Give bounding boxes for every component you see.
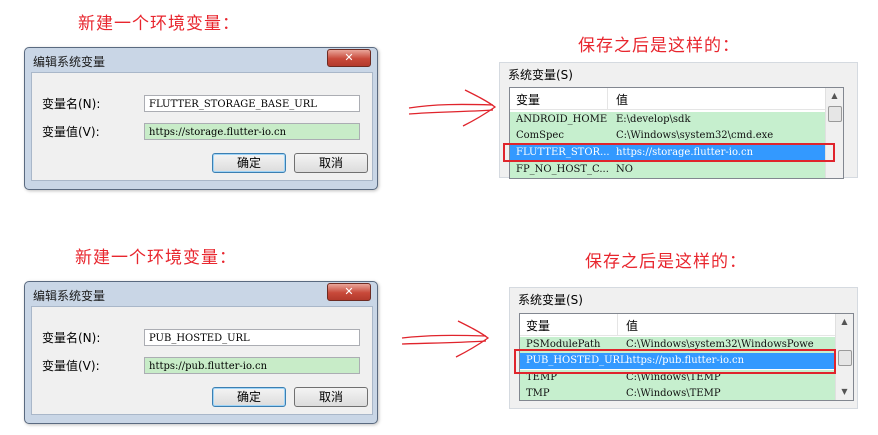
cancel-button[interactable]: 取消: [294, 153, 368, 173]
variable-name-label: 变量名(N):: [42, 97, 101, 111]
column-header-variable[interactable]: 变量: [516, 91, 540, 108]
variable-name-cell: TMP: [526, 388, 550, 399]
system-variables-list[interactable]: 变量 值 ANDROID_HOME E:\develop\sdk ComSpec…: [509, 87, 844, 179]
scroll-up-icon[interactable]: ▲: [826, 88, 843, 104]
variable-name-cell: FP_NO_HOST_C...: [516, 164, 609, 175]
scroll-up-icon[interactable]: ▲: [836, 314, 853, 330]
caption-after-save-2: 保存之后是这样的：: [585, 252, 747, 272]
vertical-scrollbar[interactable]: ▲: [825, 88, 843, 178]
edit-system-variable-dialog-1: 编辑系统变量 ✕ 变量名(N): FLUTTER_STORAGE_BASE_UR…: [24, 47, 378, 190]
ok-button[interactable]: 确定: [212, 153, 286, 173]
dialog-body: 变量名(N): FLUTTER_STORAGE_BASE_URL 变量值(V):…: [31, 72, 373, 181]
list-header: 变量 值: [510, 88, 825, 110]
dialog-body: 变量名(N): PUB_HOSTED_URL 变量值(V): https://p…: [31, 306, 373, 415]
variable-value-input[interactable]: https://pub.flutter-io.cn: [144, 357, 360, 374]
list-item[interactable]: ComSpec C:\Windows\system32\cmd.exe: [510, 128, 825, 144]
list-header: 变量 值: [520, 314, 835, 336]
variable-name-input[interactable]: PUB_HOSTED_URL: [144, 329, 360, 346]
variable-value-cell: C:\Windows\TEMP: [626, 388, 721, 399]
caption-after-save-1: 保存之后是这样的：: [578, 36, 740, 56]
arrow-icon: [408, 89, 497, 127]
variable-value-label: 变量值(V):: [42, 125, 100, 139]
arrow-icon: [401, 320, 490, 358]
scrollbar-thumb[interactable]: [828, 106, 842, 122]
cancel-button[interactable]: 取消: [294, 387, 368, 407]
scroll-down-icon[interactable]: ▼: [836, 384, 853, 400]
variable-name-input[interactable]: FLUTTER_STORAGE_BASE_URL: [144, 95, 360, 112]
list-item[interactable]: ANDROID_HOME E:\develop\sdk: [510, 112, 825, 128]
close-icon[interactable]: ✕: [327, 49, 371, 67]
vertical-scrollbar[interactable]: ▲ ▼: [835, 314, 853, 400]
system-variables-panel-2: 系统变量(S) 变量 值 PSModulePath C:\Windows\sys…: [509, 287, 858, 409]
list-item[interactable]: FP_NO_HOST_C... NO: [510, 162, 825, 178]
system-variables-label: 系统变量(S): [518, 293, 583, 307]
caption-new-variable-2: 新建一个环境变量：: [75, 248, 237, 268]
close-icon[interactable]: ✕: [327, 283, 371, 301]
dialog-title: 编辑系统变量: [33, 289, 106, 303]
dialog-title: 编辑系统变量: [33, 55, 106, 69]
column-header-variable[interactable]: 变量: [526, 317, 550, 334]
scrollbar-thumb[interactable]: [838, 350, 852, 366]
edit-system-variable-dialog-2: 编辑系统变量 ✕ 变量名(N): PUB_HOSTED_URL 变量值(V): …: [24, 281, 378, 424]
variable-value-cell: E:\develop\sdk: [616, 114, 691, 125]
variable-name-cell: ANDROID_HOME: [516, 114, 608, 125]
variable-name-cell: ComSpec: [516, 130, 564, 141]
list-item[interactable]: TMP C:\Windows\TEMP: [520, 386, 835, 400]
variable-value-cell: NO: [616, 164, 633, 175]
ok-button[interactable]: 确定: [212, 387, 286, 407]
system-variables-label: 系统变量(S): [508, 68, 573, 82]
variable-value-cell: C:\Windows\system32\cmd.exe: [616, 130, 774, 141]
variable-value-input[interactable]: https://storage.flutter-io.cn: [144, 123, 360, 140]
highlight-box: [503, 143, 835, 162]
highlight-box: [514, 349, 836, 374]
column-header-value[interactable]: 值: [626, 317, 638, 334]
caption-new-variable-1: 新建一个环境变量：: [78, 14, 240, 34]
column-header-value[interactable]: 值: [616, 91, 628, 108]
variable-value-label: 变量值(V):: [42, 359, 100, 373]
variable-name-label: 变量名(N):: [42, 331, 101, 345]
